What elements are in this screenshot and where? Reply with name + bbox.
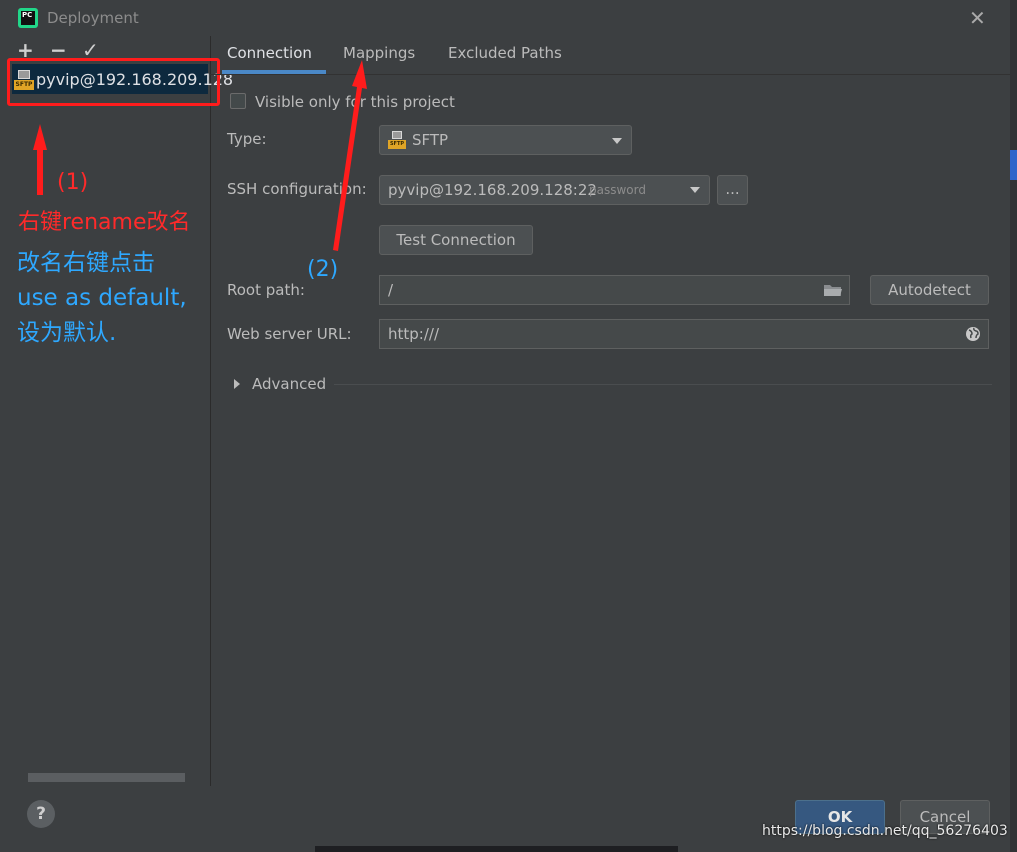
annotation-blue-line-1: 改名右键点击 (17, 250, 155, 276)
annotation-arrow-1 (33, 124, 47, 195)
annotation-blue-line-3: 设为默认. (17, 320, 117, 346)
annotation-blue-line-2: use as default, (17, 285, 187, 311)
annotation-step-2: (2) (307, 257, 339, 282)
annotation-step-1-text: 右键rename改名 (18, 210, 191, 235)
annotation-arrows (33, 60, 367, 251)
annotation-arrow-2 (333, 60, 367, 251)
help-button[interactable]: ? (27, 800, 55, 828)
annotation-step-1: (1) (57, 170, 89, 195)
watermark-text: https://blog.csdn.net/qq_56276403 (762, 823, 1008, 839)
background-taskbar (315, 846, 678, 852)
